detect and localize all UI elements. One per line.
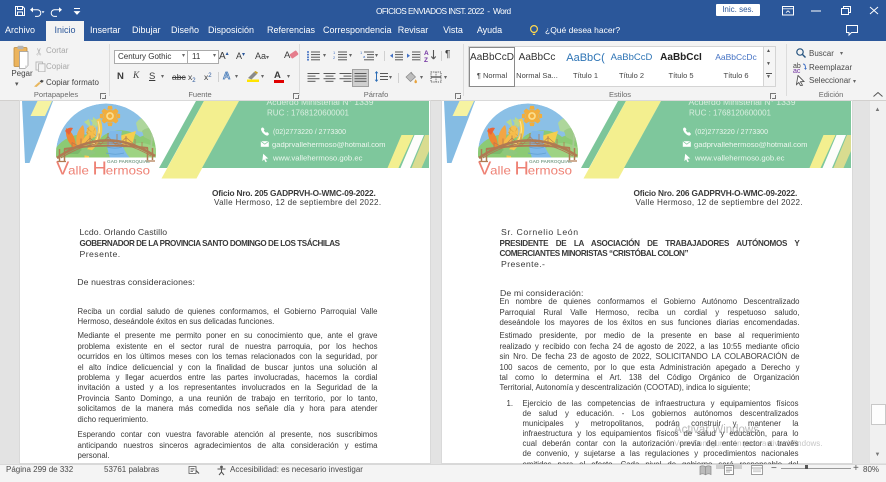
svg-text:Acuerdo Ministerial N° 1339: Acuerdo Ministerial N° 1339 (267, 101, 375, 107)
svg-text:a: a (363, 54, 366, 59)
svg-text:Z: Z (424, 57, 428, 62)
svg-text:(02)2773220 / 2773300: (02)2773220 / 2773300 (273, 129, 346, 136)
svg-text:www.vallehermoso.gob.ec: www.vallehermoso.gob.ec (272, 155, 363, 162)
svg-text:RUC : 1768120600001: RUC : 1768120600001 (267, 109, 350, 118)
svg-text:www.vallehermoso.gob.ec: www.vallehermoso.gob.ec (694, 155, 785, 162)
svg-text:Acuerdo Ministerial N° 1339: Acuerdo Ministerial N° 1339 (689, 101, 797, 107)
svg-text:A: A (424, 50, 429, 57)
svg-text:(02)2773220 / 2773300: (02)2773220 / 2773300 (695, 129, 768, 136)
svg-text:ac: ac (793, 68, 801, 73)
svg-text:gadprvallehermoso@hotmail.com: gadprvallehermoso@hotmail.com (694, 142, 808, 149)
svg-text:2: 2 (333, 55, 336, 60)
svg-text:RUC : 1768120600001: RUC : 1768120600001 (689, 109, 772, 118)
svg-text:gadprvallehermoso@hotmail.com: gadprvallehermoso@hotmail.com (272, 142, 386, 149)
